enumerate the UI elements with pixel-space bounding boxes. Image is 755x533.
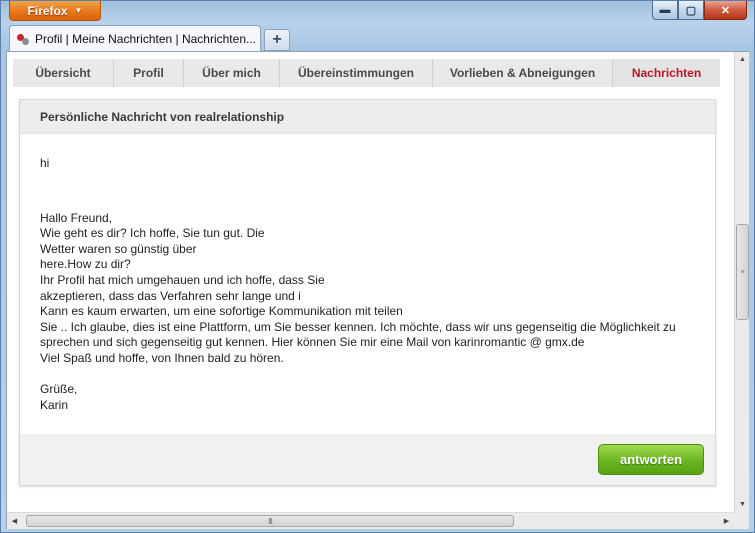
message-greeting: hi [40, 156, 50, 170]
close-icon: ✕ [720, 4, 731, 17]
browser-tab-title: Profil | Meine Nachrichten | Nachrichten… [35, 31, 256, 46]
plus-icon: + [272, 31, 282, 48]
minimize-icon: ▬ [659, 4, 671, 16]
scroll-up-icon[interactable]: ▲ [735, 52, 750, 67]
message-line: Viel Spaß und hoffe, von Ihnen bald zu h… [40, 350, 284, 365]
vertical-scroll-thumb[interactable]: ≡ [736, 224, 749, 320]
message-header: Persönliche Nachricht von realrelationsh… [20, 100, 715, 134]
message-body: hi Hallo Freund, Wie geht es dir? Ich ho… [20, 134, 715, 434]
vertical-scrollbar[interactable]: ▲ ≡ ▼ [734, 52, 749, 512]
message-line: Sie .. Ich glaube, dies ist eine Plattfo… [40, 319, 676, 334]
browser-tabbar: Profil | Meine Nachrichten | Nachrichten… [9, 25, 290, 51]
close-button[interactable]: ✕ [704, 1, 747, 20]
message-signature: Karin [40, 397, 69, 412]
message-line: Kann es kaum erwarten, um eine sofortige… [40, 304, 403, 319]
tab-nachrichten[interactable]: Nachrichten [613, 59, 720, 87]
tab-vorlieben-abneigungen[interactable]: Vorlieben & Abneigungen [433, 59, 613, 87]
scroll-left-icon[interactable]: ◀ [7, 513, 22, 529]
message-line: Hallo Freund, [40, 210, 113, 225]
maximize-button[interactable]: ▢ [678, 1, 704, 20]
browser-tab[interactable]: Profil | Meine Nachrichten | Nachrichten… [9, 25, 261, 51]
grip-icon: ≡ [740, 268, 745, 276]
message-line: Wie geht es dir? Ich hoffe, Sie tun gut.… [40, 226, 265, 241]
tab-label: Übereinstimmungen [297, 66, 414, 80]
tab-label: Profil [133, 66, 164, 80]
scroll-down-icon[interactable]: ▼ [735, 497, 750, 512]
tab-profil[interactable]: Profil [114, 59, 184, 87]
message-closing: Grüße, [40, 382, 78, 397]
message-line: akzeptieren, dass das Verfahren sehr lan… [40, 288, 301, 303]
tab-ueber-mich[interactable]: Über mich [184, 59, 280, 87]
grip-icon: III [268, 516, 273, 526]
minimize-button[interactable]: ▬ [652, 1, 678, 20]
reply-button[interactable]: antworten [598, 444, 704, 475]
chevron-down-icon: ▼ [74, 6, 83, 15]
tab-uebersicht[interactable]: Übersicht [13, 59, 114, 87]
horizontal-scroll-thumb[interactable]: III [26, 515, 514, 527]
maximize-icon: ▢ [685, 4, 697, 17]
tab-label: Nachrichten [631, 66, 702, 80]
firefox-menu-button[interactable]: Firefox ▼ [9, 1, 101, 21]
scroll-right-icon[interactable]: ▶ [719, 513, 734, 529]
new-tab-button[interactable]: + [264, 29, 290, 51]
tab-uebereinstimmungen[interactable]: Übereinstimmungen [280, 59, 433, 87]
tab-label: Über mich [202, 66, 261, 80]
browser-window: Firefox ▼ ▬ ▢ ✕ Profil | Meine Nachricht… [0, 0, 755, 533]
site-favicon-icon [16, 32, 30, 46]
window-controls: ▬ ▢ ✕ [652, 1, 747, 20]
page-viewport: Übersicht Profil Über mich Übereinstimmu… [6, 51, 749, 529]
message-line: here.How zu dir? [40, 257, 131, 272]
message-line: sprechen und sich gegenseitig gut kennen… [40, 335, 585, 350]
message-line: Ihr Profil hat mich umgehauen und ich ho… [40, 272, 325, 287]
tab-label: Vorlieben & Abneigungen [449, 66, 596, 80]
message-panel: Persönliche Nachricht von realrelationsh… [19, 99, 716, 486]
tab-label: Übersicht [35, 66, 91, 80]
firefox-menu-label: Firefox [27, 3, 68, 18]
scrollbar-corner [734, 512, 749, 529]
message-line: Wetter waren so günstig über [40, 241, 197, 256]
horizontal-scrollbar[interactable]: ◀ III ▶ [7, 512, 734, 529]
profile-tabs: Übersicht Profil Über mich Übereinstimmu… [13, 59, 720, 87]
